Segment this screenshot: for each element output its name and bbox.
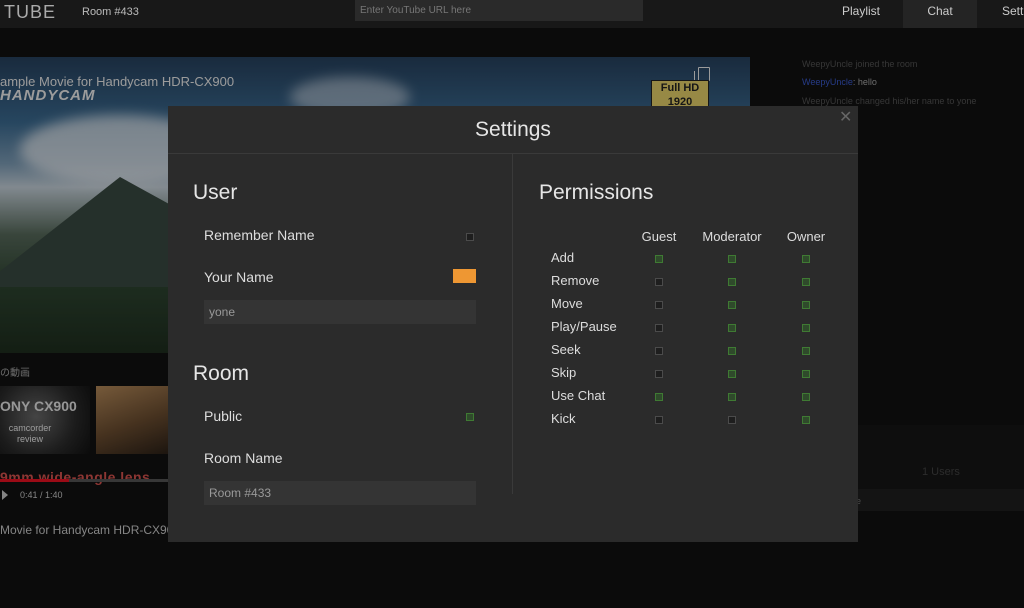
permission-checkbox-moderator[interactable] bbox=[728, 370, 736, 378]
top-bar: TUBE Room #433 Playlist Chat Setti bbox=[0, 0, 1024, 28]
permission-checkbox-moderator[interactable] bbox=[728, 347, 736, 355]
permission-checkbox-guest[interactable] bbox=[655, 370, 663, 378]
permission-checkbox-owner[interactable] bbox=[802, 347, 810, 355]
role-header-guest: Guest bbox=[641, 229, 677, 244]
permission-checkbox-moderator[interactable] bbox=[728, 416, 736, 424]
room-name-field[interactable]: Room #433 bbox=[204, 481, 476, 505]
tab-playlist[interactable]: Playlist bbox=[826, 0, 896, 28]
permission-label: Play/Pause bbox=[551, 319, 617, 334]
tab-chat[interactable]: Chat bbox=[903, 0, 977, 28]
room-title: Room #433 bbox=[82, 6, 139, 18]
public-checkbox[interactable] bbox=[466, 413, 474, 421]
your-name-label: Your Name bbox=[204, 269, 274, 285]
permission-checkbox-owner[interactable] bbox=[802, 416, 810, 424]
permission-checkbox-moderator[interactable] bbox=[728, 278, 736, 286]
permission-checkbox-owner[interactable] bbox=[802, 393, 810, 401]
permission-checkbox-owner[interactable] bbox=[802, 324, 810, 332]
permission-label: Move bbox=[551, 296, 583, 311]
permission-checkbox-guest[interactable] bbox=[655, 393, 663, 401]
app-logo[interactable]: TUBE bbox=[4, 2, 56, 23]
permission-checkbox-moderator[interactable] bbox=[728, 301, 736, 309]
permission-checkbox-guest[interactable] bbox=[655, 347, 663, 355]
permission-checkbox-guest[interactable] bbox=[655, 324, 663, 332]
name-field[interactable]: yone bbox=[204, 300, 476, 324]
permission-checkbox-owner[interactable] bbox=[802, 278, 810, 286]
room-name-label: Room Name bbox=[204, 450, 283, 466]
permission-checkbox-moderator[interactable] bbox=[728, 255, 736, 263]
permission-checkbox-owner[interactable] bbox=[802, 370, 810, 378]
permission-label: Skip bbox=[551, 365, 577, 380]
permission-checkbox-guest[interactable] bbox=[655, 278, 663, 286]
permission-checkbox-owner[interactable] bbox=[802, 255, 810, 263]
permission-checkbox-guest[interactable] bbox=[655, 416, 663, 424]
remember-name-label: Remember Name bbox=[204, 227, 315, 243]
modal-title: Settings bbox=[475, 118, 551, 141]
divider bbox=[512, 154, 513, 494]
public-label: Public bbox=[204, 408, 243, 424]
divider bbox=[168, 153, 858, 154]
permission-label: Add bbox=[551, 250, 575, 265]
youtube-url-input[interactable] bbox=[355, 0, 643, 21]
permission-checkbox-moderator[interactable] bbox=[728, 393, 736, 401]
remember-name-checkbox[interactable] bbox=[466, 233, 474, 241]
role-header-moderator: Moderator bbox=[702, 229, 762, 244]
settings-modal: ✕ Settings User Remember Name Your Name … bbox=[168, 106, 858, 542]
permission-label: Kick bbox=[551, 411, 576, 426]
user-section-title: User bbox=[193, 181, 238, 204]
tab-settings[interactable]: Setti bbox=[992, 0, 1024, 28]
name-color-picker[interactable] bbox=[453, 269, 476, 283]
permission-checkbox-owner[interactable] bbox=[802, 301, 810, 309]
role-header-owner: Owner bbox=[786, 229, 826, 244]
permission-checkbox-guest[interactable] bbox=[655, 255, 663, 263]
permission-label: Remove bbox=[551, 273, 600, 288]
permission-label: Use Chat bbox=[551, 388, 606, 403]
permission-checkbox-guest[interactable] bbox=[655, 301, 663, 309]
permissions-section-title: Permissions bbox=[539, 181, 654, 204]
permission-label: Seek bbox=[551, 342, 581, 357]
permission-checkbox-moderator[interactable] bbox=[728, 324, 736, 332]
room-section-title: Room bbox=[193, 362, 250, 385]
